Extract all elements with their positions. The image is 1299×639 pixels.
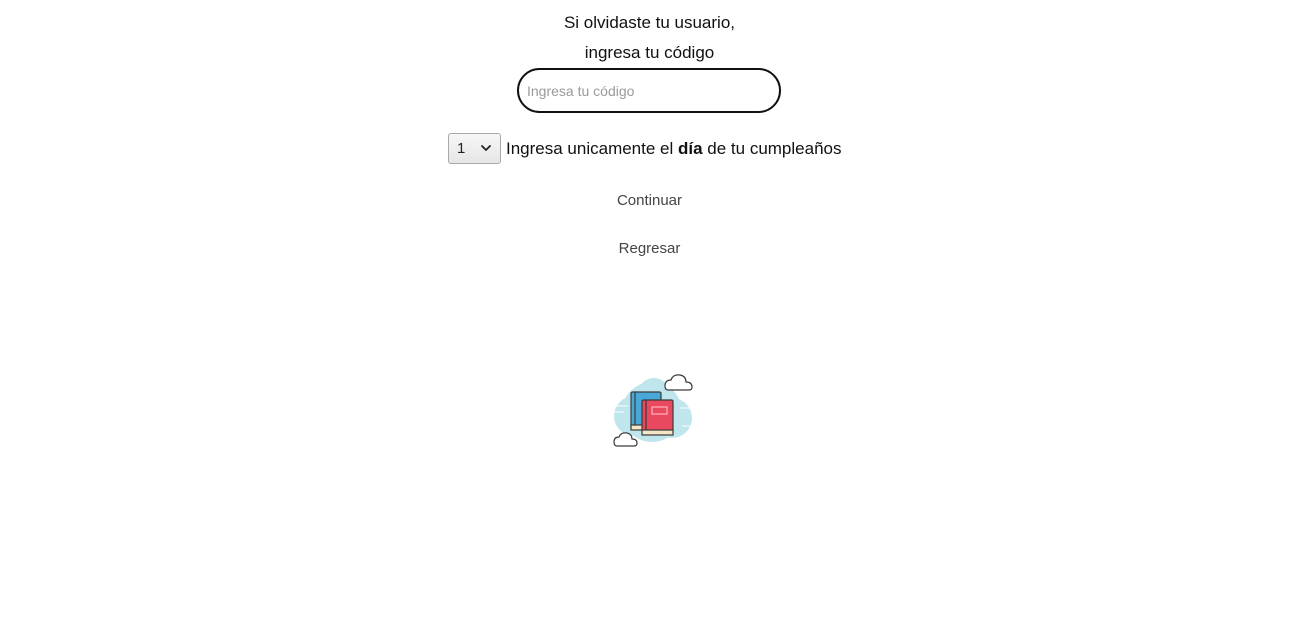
instruction-line-2: ingresa tu código	[584, 43, 715, 62]
books-clouds-icon	[613, 374, 693, 447]
back-button[interactable]: Regresar	[613, 238, 687, 259]
day-label-emphasis: día	[678, 138, 703, 158]
code-input[interactable]	[517, 68, 781, 113]
instruction-line-1: Si olvidaste tu usuario,	[563, 13, 736, 32]
day-select[interactable]: 1	[448, 133, 501, 164]
birthday-day-row: 1 Ingresa unicamente el día de tu cumple…	[448, 133, 841, 164]
day-select-value: 1	[457, 140, 466, 157]
forgot-user-page: Si olvidaste tu usuario, ingresa tu códi…	[0, 0, 1299, 639]
day-label-suffix: de tu cumpleaños	[702, 138, 842, 158]
continue-button[interactable]: Continuar	[611, 190, 688, 211]
continue-button-row: Continuar	[0, 190, 1299, 211]
back-button-row: Regresar	[0, 238, 1299, 259]
day-select-label: Ingresa unicamente el día de tu cumpleañ…	[506, 139, 841, 159]
small-cloud-top	[664, 374, 693, 391]
chevron-down-icon	[481, 145, 491, 151]
day-label-prefix: Ingresa unicamente el	[506, 138, 678, 158]
red-book	[641, 399, 674, 436]
